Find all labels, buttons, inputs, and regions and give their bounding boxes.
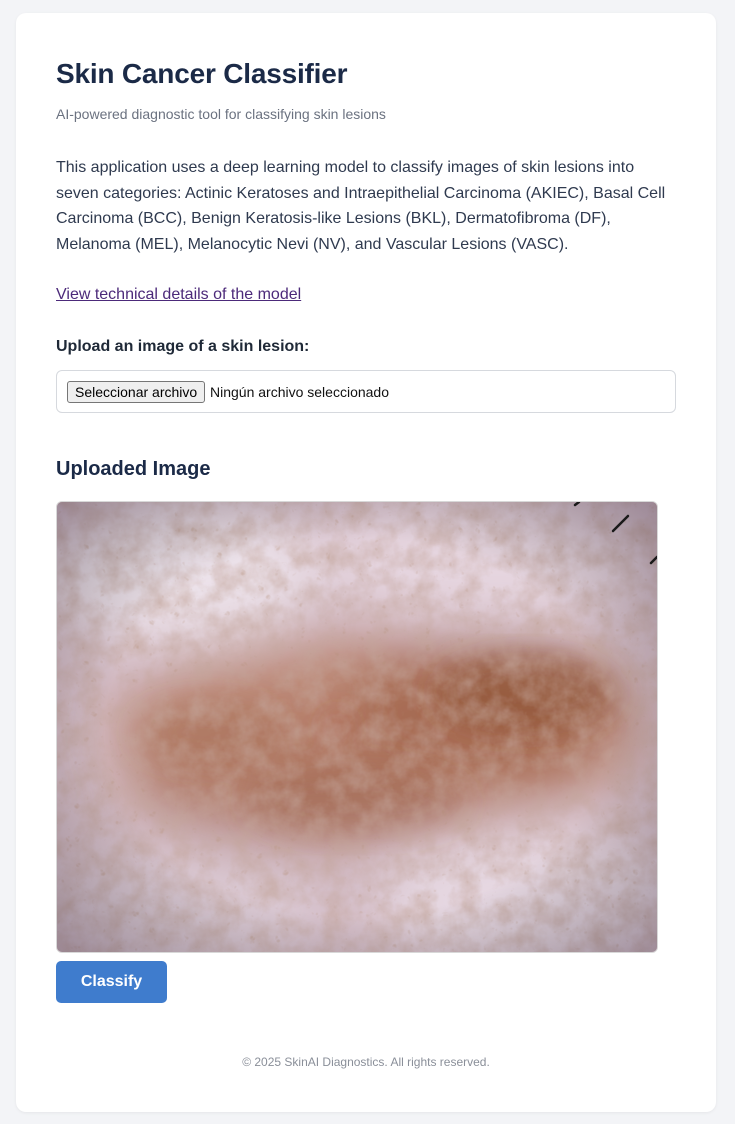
app-description: This application uses a deep learning mo… bbox=[56, 159, 666, 253]
page-title: Skin Cancer Classifier bbox=[56, 58, 348, 89]
upload-label: Upload an image of a skin lesion: bbox=[56, 338, 310, 355]
uploaded-image-heading: Uploaded Image bbox=[56, 458, 211, 480]
main-card: Skin Cancer Classifier AI-powered diagno… bbox=[16, 13, 716, 1112]
uploaded-lesion-image bbox=[56, 501, 658, 953]
classify-button[interactable]: Classify bbox=[56, 961, 167, 1003]
footer-copyright: © 2025 SkinAI Diagnostics. All rights re… bbox=[242, 1055, 490, 1069]
lesion-image-svg bbox=[57, 502, 657, 952]
technical-details-link[interactable]: View technical details of the model bbox=[56, 286, 301, 304]
page-subtitle: AI-powered diagnostic tool for classifyi… bbox=[56, 106, 386, 122]
file-input[interactable]: Seleccionar archivo Ningún archivo selec… bbox=[56, 370, 676, 413]
file-status-text: Ningún archivo seleccionado bbox=[210, 384, 389, 400]
choose-file-button[interactable]: Seleccionar archivo bbox=[67, 381, 206, 403]
